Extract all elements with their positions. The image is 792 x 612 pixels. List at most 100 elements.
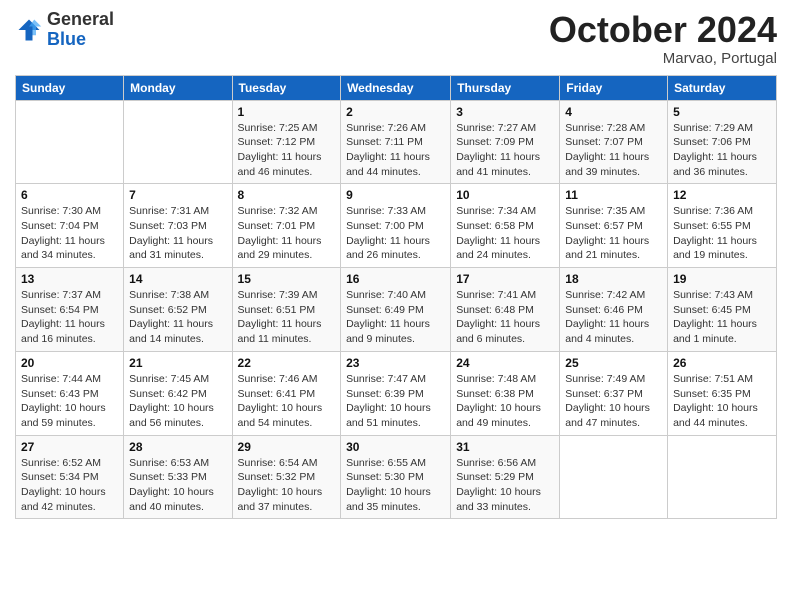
calendar-cell: 23Sunrise: 7:47 AMSunset: 6:39 PMDayligh… <box>341 351 451 435</box>
calendar-cell: 30 Sunrise: 6:55 AMSunset: 5:30 PMDayligh… <box>341 435 451 519</box>
calendar-cell <box>16 100 124 184</box>
header-friday: Friday <box>560 75 668 100</box>
calendar-cell: 16 Sunrise: 7:40 AMSunset: 6:49 PMDayligh… <box>341 268 451 352</box>
header: General Blue October 2024 Marvao, Portug… <box>15 10 777 67</box>
logo: General Blue <box>15 10 114 50</box>
calendar-cell: 21 Sunrise: 7:45 AMSunset: 6:42 PMDayligh… <box>124 351 232 435</box>
calendar-cell: 12Sunrise: 7:36 AMSunset: 6:55 PMDayligh… <box>668 184 777 268</box>
day-info: Sunrise: 7:33 AMSunset: 7:00 PMDaylight:… <box>346 204 445 263</box>
calendar-cell <box>560 435 668 519</box>
day-number: 25 <box>565 356 662 370</box>
day-info: Sunrise: 7:41 AMSunset: 6:48 PMDaylight:… <box>456 288 554 347</box>
calendar-week-row: 6 Sunrise: 7:30 AMSunset: 7:04 PMDaylight… <box>16 184 777 268</box>
day-number: 2 <box>346 105 445 119</box>
day-number: 15 <box>238 272 336 286</box>
day-info: Sunrise: 6:54 AMSunset: 5:32 PMDaylight:… <box>238 456 336 515</box>
header-thursday: Thursday <box>451 75 560 100</box>
day-number: 13 <box>21 272 118 286</box>
day-info: Sunrise: 6:56 AMSunset: 5:29 PMDaylight:… <box>456 456 554 515</box>
day-number: 6 <box>21 188 118 202</box>
logo-icon <box>15 16 43 44</box>
day-number: 14 <box>129 272 226 286</box>
calendar-cell: 5 Sunrise: 7:29 AMSunset: 7:06 PMDaylight… <box>668 100 777 184</box>
day-info: Sunrise: 7:29 AMSunset: 7:06 PMDaylight:… <box>673 121 771 180</box>
day-number: 21 <box>129 356 226 370</box>
day-info: Sunrise: 7:45 AMSunset: 6:42 PMDaylight:… <box>129 372 226 431</box>
day-number: 8 <box>238 188 336 202</box>
calendar-cell <box>124 100 232 184</box>
logo-text: General Blue <box>47 10 114 50</box>
calendar-cell: 19 Sunrise: 7:43 AMSunset: 6:45 PMDayligh… <box>668 268 777 352</box>
header-tuesday: Tuesday <box>232 75 341 100</box>
day-info: Sunrise: 7:51 AMSunset: 6:35 PMDaylight:… <box>673 372 771 431</box>
day-number: 4 <box>565 105 662 119</box>
day-info: Sunrise: 6:55 AMSunset: 5:30 PMDaylight:… <box>346 456 445 515</box>
day-info: Sunrise: 7:43 AMSunset: 6:45 PMDaylight:… <box>673 288 771 347</box>
day-info: Sunrise: 7:26 AMSunset: 7:11 PMDaylight:… <box>346 121 445 180</box>
day-info: Sunrise: 7:32 AMSunset: 7:01 PMDaylight:… <box>238 204 336 263</box>
day-info: Sunrise: 7:39 AMSunset: 6:51 PMDaylight:… <box>238 288 336 347</box>
calendar-cell: 2 Sunrise: 7:26 AMSunset: 7:11 PMDaylight… <box>341 100 451 184</box>
day-info: Sunrise: 7:27 AMSunset: 7:09 PMDaylight:… <box>456 121 554 180</box>
day-info: Sunrise: 7:30 AMSunset: 7:04 PMDaylight:… <box>21 204 118 263</box>
day-number: 10 <box>456 188 554 202</box>
day-number: 16 <box>346 272 445 286</box>
calendar-table: Sunday Monday Tuesday Wednesday Thursday… <box>15 75 777 520</box>
day-number: 7 <box>129 188 226 202</box>
calendar-week-row: 13 Sunrise: 7:37 AMSunset: 6:54 PMDayligh… <box>16 268 777 352</box>
calendar-cell: 13 Sunrise: 7:37 AMSunset: 6:54 PMDayligh… <box>16 268 124 352</box>
calendar-cell: 20 Sunrise: 7:44 AMSunset: 6:43 PMDayligh… <box>16 351 124 435</box>
day-info: Sunrise: 6:53 AMSunset: 5:33 PMDaylight:… <box>129 456 226 515</box>
month-title: October 2024 <box>549 10 777 50</box>
header-saturday: Saturday <box>668 75 777 100</box>
calendar-cell: 22Sunrise: 7:46 AMSunset: 6:41 PMDayligh… <box>232 351 341 435</box>
day-info: Sunrise: 7:34 AMSunset: 6:58 PMDaylight:… <box>456 204 554 263</box>
header-wednesday: Wednesday <box>341 75 451 100</box>
header-sunday: Sunday <box>16 75 124 100</box>
header-monday: Monday <box>124 75 232 100</box>
calendar-cell: 7Sunrise: 7:31 AMSunset: 7:03 PMDaylight… <box>124 184 232 268</box>
day-info: Sunrise: 7:44 AMSunset: 6:43 PMDaylight:… <box>21 372 118 431</box>
calendar-cell: 3 Sunrise: 7:27 AMSunset: 7:09 PMDaylight… <box>451 100 560 184</box>
calendar-cell: 31Sunrise: 6:56 AMSunset: 5:29 PMDayligh… <box>451 435 560 519</box>
day-number: 20 <box>21 356 118 370</box>
day-info: Sunrise: 7:38 AMSunset: 6:52 PMDaylight:… <box>129 288 226 347</box>
calendar-week-row: 27Sunrise: 6:52 AMSunset: 5:34 PMDayligh… <box>16 435 777 519</box>
day-number: 1 <box>238 105 336 119</box>
day-info: Sunrise: 7:37 AMSunset: 6:54 PMDaylight:… <box>21 288 118 347</box>
day-number: 28 <box>129 440 226 454</box>
calendar-week-row: 1 Sunrise: 7:25 AMSunset: 7:12 PMDaylight… <box>16 100 777 184</box>
day-info: Sunrise: 7:40 AMSunset: 6:49 PMDaylight:… <box>346 288 445 347</box>
day-info: Sunrise: 7:47 AMSunset: 6:39 PMDaylight:… <box>346 372 445 431</box>
calendar-cell <box>668 435 777 519</box>
calendar-cell: 8 Sunrise: 7:32 AMSunset: 7:01 PMDaylight… <box>232 184 341 268</box>
day-number: 30 <box>346 440 445 454</box>
calendar-cell: 14 Sunrise: 7:38 AMSunset: 6:52 PMDayligh… <box>124 268 232 352</box>
calendar-cell: 27Sunrise: 6:52 AMSunset: 5:34 PMDayligh… <box>16 435 124 519</box>
day-number: 17 <box>456 272 554 286</box>
calendar-week-row: 20 Sunrise: 7:44 AMSunset: 6:43 PMDayligh… <box>16 351 777 435</box>
calendar-cell: 11Sunrise: 7:35 AMSunset: 6:57 PMDayligh… <box>560 184 668 268</box>
calendar-cell: 24 Sunrise: 7:48 AMSunset: 6:38 PMDayligh… <box>451 351 560 435</box>
day-info: Sunrise: 7:35 AMSunset: 6:57 PMDaylight:… <box>565 204 662 263</box>
day-number: 24 <box>456 356 554 370</box>
calendar-cell: 18Sunrise: 7:42 AMSunset: 6:46 PMDayligh… <box>560 268 668 352</box>
day-number: 19 <box>673 272 771 286</box>
calendar-cell: 29 Sunrise: 6:54 AMSunset: 5:32 PMDayligh… <box>232 435 341 519</box>
calendar-cell: 17 Sunrise: 7:41 AMSunset: 6:48 PMDayligh… <box>451 268 560 352</box>
day-number: 26 <box>673 356 771 370</box>
calendar-cell: 25Sunrise: 7:49 AMSunset: 6:37 PMDayligh… <box>560 351 668 435</box>
title-block: October 2024 Marvao, Portugal <box>549 10 777 67</box>
day-number: 22 <box>238 356 336 370</box>
calendar-page: General Blue October 2024 Marvao, Portug… <box>0 0 792 612</box>
calendar-cell: 4Sunrise: 7:28 AMSunset: 7:07 PMDaylight… <box>560 100 668 184</box>
day-info: Sunrise: 7:25 AMSunset: 7:12 PMDaylight:… <box>238 121 336 180</box>
day-info: Sunrise: 7:48 AMSunset: 6:38 PMDaylight:… <box>456 372 554 431</box>
weekday-header-row: Sunday Monday Tuesday Wednesday Thursday… <box>16 75 777 100</box>
day-info: Sunrise: 7:42 AMSunset: 6:46 PMDaylight:… <box>565 288 662 347</box>
day-number: 3 <box>456 105 554 119</box>
day-info: Sunrise: 7:36 AMSunset: 6:55 PMDaylight:… <box>673 204 771 263</box>
day-info: Sunrise: 6:52 AMSunset: 5:34 PMDaylight:… <box>21 456 118 515</box>
day-number: 5 <box>673 105 771 119</box>
day-number: 29 <box>238 440 336 454</box>
